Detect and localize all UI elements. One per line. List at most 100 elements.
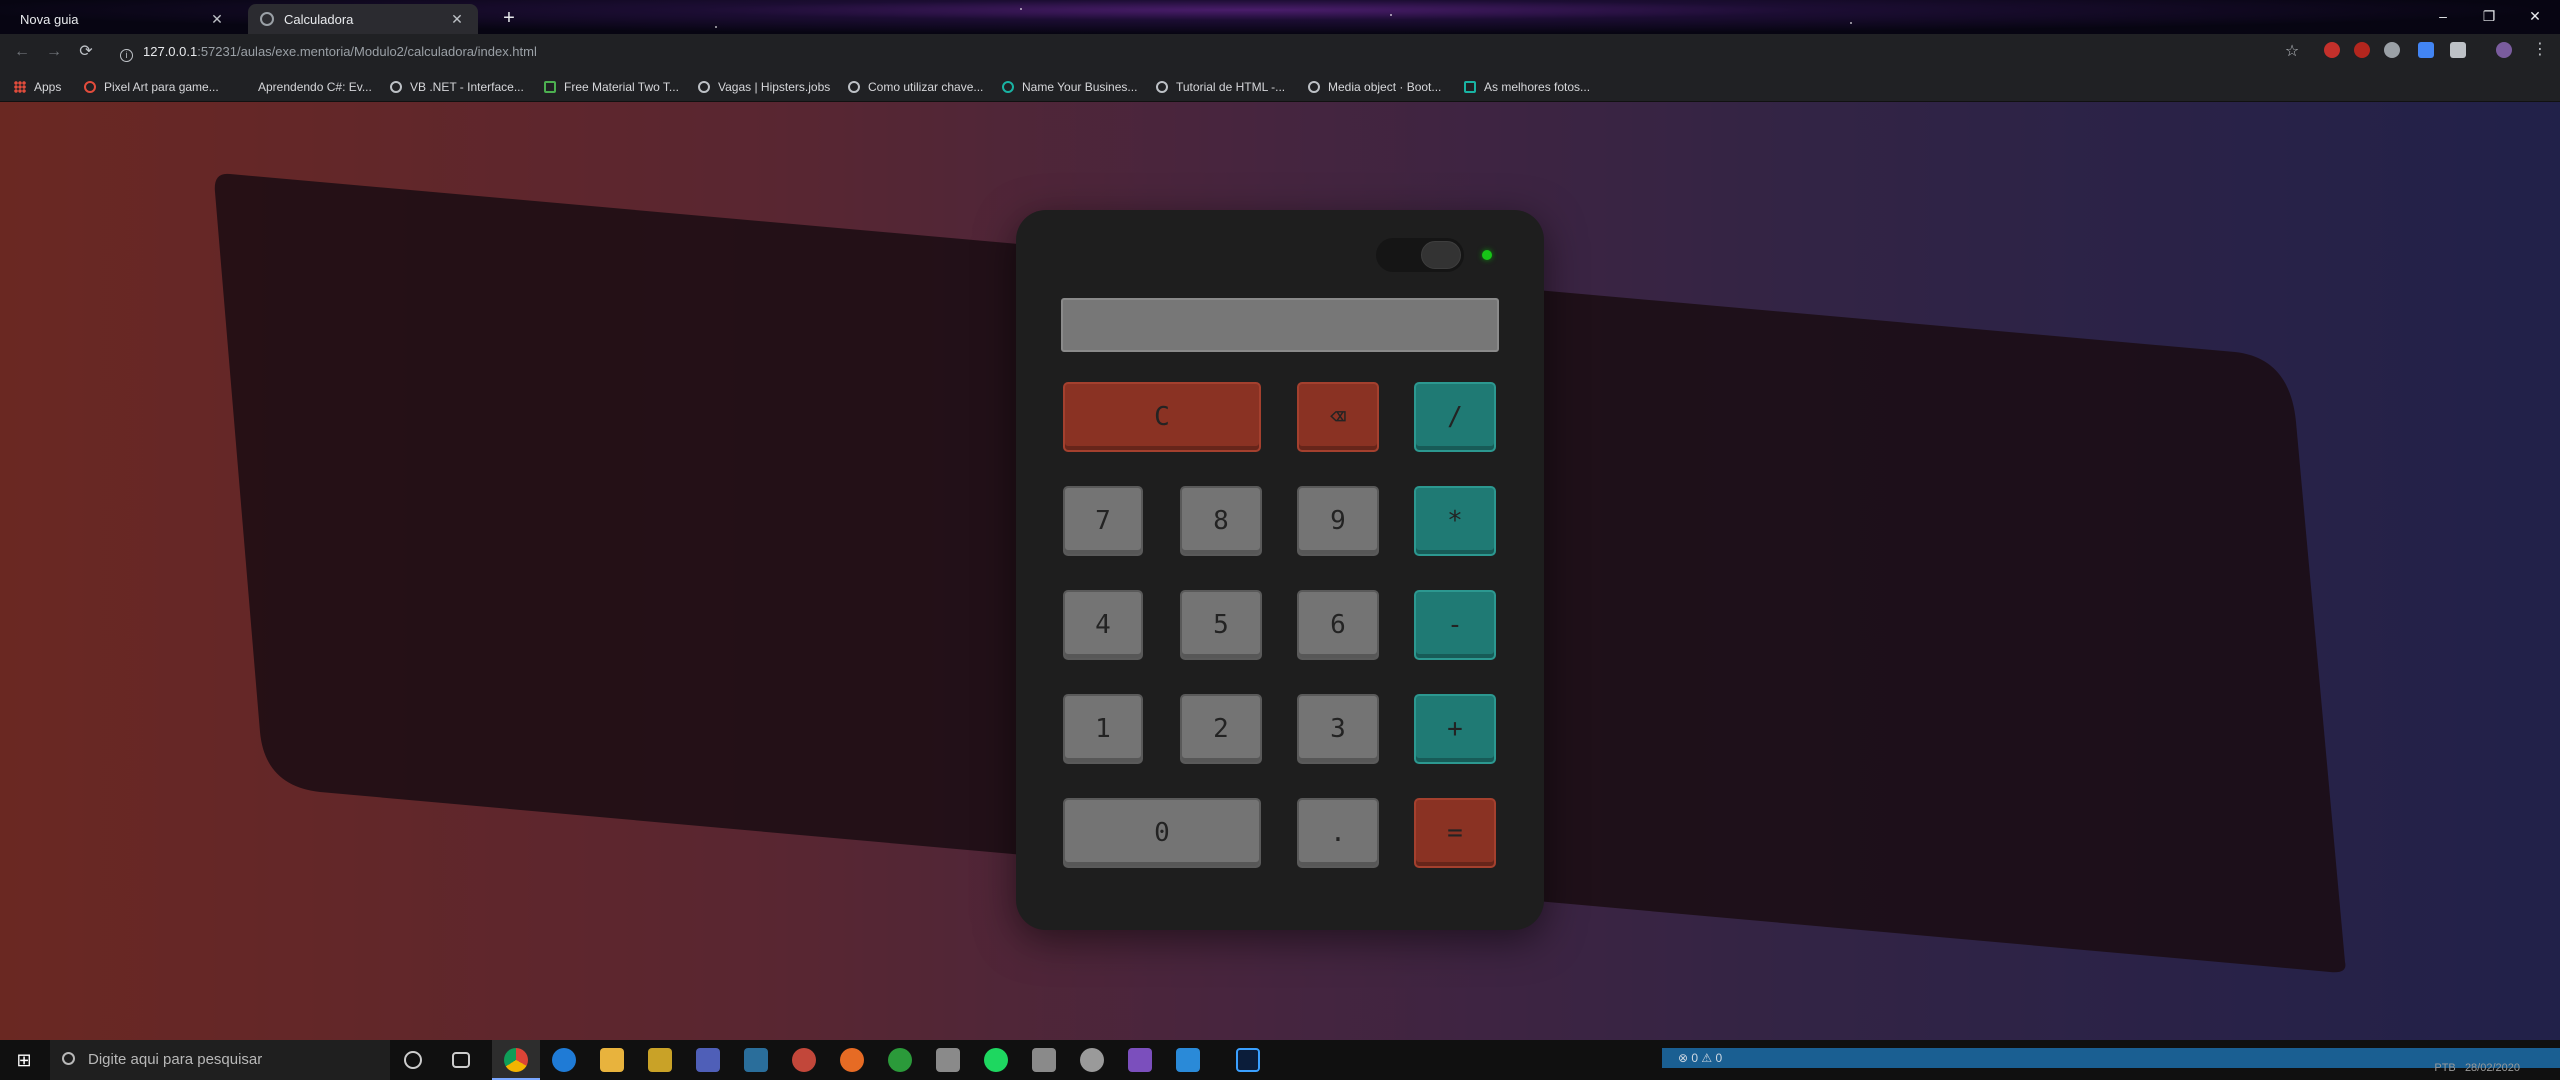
info-icon[interactable]: i: [120, 49, 133, 62]
bookmark-item[interactable]: Media object · Boot...: [1308, 78, 1441, 96]
minus-button[interactable]: -: [1414, 590, 1496, 660]
bookmark-label: Name Your Busines...: [1022, 80, 1138, 94]
key-8[interactable]: 8: [1180, 486, 1262, 556]
key-2[interactable]: 2: [1180, 694, 1262, 764]
youtube-extension-icon[interactable]: [2324, 42, 2340, 58]
toolbar: ← → ⟳ i 127.0.0.1:57231/aulas/exe.mentori…: [0, 34, 2560, 70]
plus-button[interactable]: +: [1414, 694, 1496, 764]
discord-icon[interactable]: [696, 1048, 720, 1072]
profile-avatar[interactable]: [2496, 42, 2512, 58]
file-explorer-icon[interactable]: [600, 1048, 624, 1072]
bookmark-item[interactable]: Tutorial de HTML -...: [1156, 78, 1285, 96]
language-indicator: PTB: [2434, 1062, 2456, 1074]
bookmark-icon: [1002, 81, 1014, 93]
new-tab-button[interactable]: +: [496, 6, 522, 32]
key-6[interactable]: 6: [1297, 590, 1379, 660]
vscode-status-bar: ⊗ 0 ⚠ 0: [1662, 1048, 2560, 1068]
tab-calculadora[interactable]: Calculadora ✕: [248, 4, 478, 34]
key-dot[interactable]: .: [1297, 798, 1379, 868]
app-icon[interactable]: [1032, 1048, 1056, 1072]
task-view-icon[interactable]: [452, 1052, 470, 1068]
adblock-extension-icon[interactable]: [2354, 42, 2370, 58]
tab-nova-guia[interactable]: Nova guia ✕: [8, 4, 238, 34]
bookmark-label: Apps: [34, 80, 62, 94]
chrome-icon[interactable]: [504, 1048, 528, 1072]
vscode-icon[interactable]: [1176, 1048, 1200, 1072]
bookmark-item[interactable]: Vagas | Hipsters.jobs: [698, 78, 830, 96]
razer-icon[interactable]: [888, 1048, 912, 1072]
firefox-icon[interactable]: [840, 1048, 864, 1072]
bookmark-label: Media object · Boot...: [1328, 80, 1442, 94]
power-led: [1482, 250, 1492, 260]
key-7[interactable]: 7: [1063, 486, 1143, 556]
key-9[interactable]: 9: [1297, 486, 1379, 556]
steam-icon[interactable]: [744, 1048, 768, 1072]
globe-icon: [848, 81, 860, 93]
bookmark-apps[interactable]: Apps: [14, 78, 61, 96]
clear-button[interactable]: C: [1063, 382, 1261, 452]
key-3[interactable]: 3: [1297, 694, 1379, 764]
minimize-button[interactable]: –: [2420, 4, 2466, 28]
xbox-icon[interactable]: [1080, 1048, 1104, 1072]
key-4[interactable]: 4: [1063, 590, 1143, 660]
photoshop-icon[interactable]: [1236, 1048, 1260, 1072]
address-bar[interactable]: i 127.0.0.1:57231/aulas/exe.mentoria/Modu…: [108, 38, 2288, 66]
key-1[interactable]: 1: [1063, 694, 1143, 764]
edge-icon[interactable]: [552, 1048, 576, 1072]
app-icon[interactable]: [936, 1048, 960, 1072]
taskbar-search[interactable]: Digite aqui para pesquisar: [50, 1040, 390, 1080]
bookmark-label: Como utilizar chave...: [868, 80, 984, 94]
close-window-button[interactable]: ✕: [2512, 4, 2558, 28]
key-0[interactable]: 0: [1063, 798, 1261, 868]
bookmark-star-icon[interactable]: ☆: [2280, 40, 2304, 64]
equals-button[interactable]: =: [1414, 798, 1496, 868]
globe-icon: [390, 81, 402, 93]
cortana-icon[interactable]: [404, 1051, 422, 1069]
origin-icon[interactable]: [792, 1048, 816, 1072]
globe-icon: [1156, 81, 1168, 93]
menu-icon[interactable]: ⋮: [2532, 42, 2548, 58]
translate-extension-icon[interactable]: [2418, 42, 2434, 58]
page-background: C ⌫ / 7 8 9 * 4 5 6 - 1 2 3 + 0 . =: [0, 102, 2560, 1040]
store-icon[interactable]: [648, 1048, 672, 1072]
bookmark-item[interactable]: Free Material Two T...: [544, 78, 679, 96]
bookmark-label: Vagas | Hipsters.jobs: [718, 80, 831, 94]
shield-extension-icon[interactable]: [2450, 42, 2466, 58]
bookmark-item[interactable]: Como utilizar chave...: [848, 78, 983, 96]
restore-button[interactable]: ❐: [2466, 4, 2512, 28]
tab-title: Calculadora: [284, 11, 354, 27]
power-toggle[interactable]: [1376, 238, 1464, 272]
background-star: [1390, 14, 1392, 16]
close-icon[interactable]: ✕: [208, 11, 226, 28]
multiply-button[interactable]: *: [1414, 486, 1496, 556]
visual-studio-icon[interactable]: [1128, 1048, 1152, 1072]
bookmark-item[interactable]: VB .NET - Interface...: [390, 78, 524, 96]
bookmark-label: Pixel Art para game...: [104, 80, 219, 94]
bookmark-label: Free Material Two T...: [564, 80, 679, 94]
bookmark-icon: [544, 81, 556, 93]
bookmark-item[interactable]: Pixel Art para game...: [84, 78, 219, 96]
back-button[interactable]: ←: [10, 40, 34, 64]
tab-title: Nova guia: [20, 11, 79, 27]
background-star: [1020, 8, 1022, 10]
clock-date: 28/02/2020: [2464, 1062, 2520, 1074]
bookmark-item[interactable]: Name Your Busines...: [1002, 78, 1137, 96]
extension-icon[interactable]: [2384, 42, 2400, 58]
close-icon[interactable]: ✕: [448, 11, 466, 28]
bookmark-label: As melhores fotos...: [1484, 80, 1591, 94]
divide-button[interactable]: /: [1414, 382, 1496, 452]
apps-grid-icon: [14, 81, 26, 93]
spotify-icon[interactable]: [984, 1048, 1008, 1072]
bookmark-item[interactable]: As melhores fotos...: [1464, 78, 1590, 96]
reload-button[interactable]: ⟳: [74, 40, 98, 64]
forward-button[interactable]: →: [42, 40, 66, 64]
browser-window: Nova guia ✕ Calculadora ✕ + – ❐ ✕ ← → ⟳ …: [0, 0, 2560, 102]
calculator: C ⌫ / 7 8 9 * 4 5 6 - 1 2 3 + 0 . =: [1016, 210, 1544, 930]
system-clock[interactable]: PTB 28/02/2020: [2434, 1062, 2520, 1074]
bookmark-label: Aprendendo C#: Ev...: [258, 80, 372, 94]
windows-start-icon[interactable]: ⊞: [12, 1048, 36, 1072]
search-placeholder: Digite aqui para pesquisar: [88, 1051, 263, 1068]
backspace-button[interactable]: ⌫: [1297, 382, 1379, 452]
bookmark-item[interactable]: Aprendendo C#: Ev...: [240, 78, 372, 96]
key-5[interactable]: 5: [1180, 590, 1262, 660]
